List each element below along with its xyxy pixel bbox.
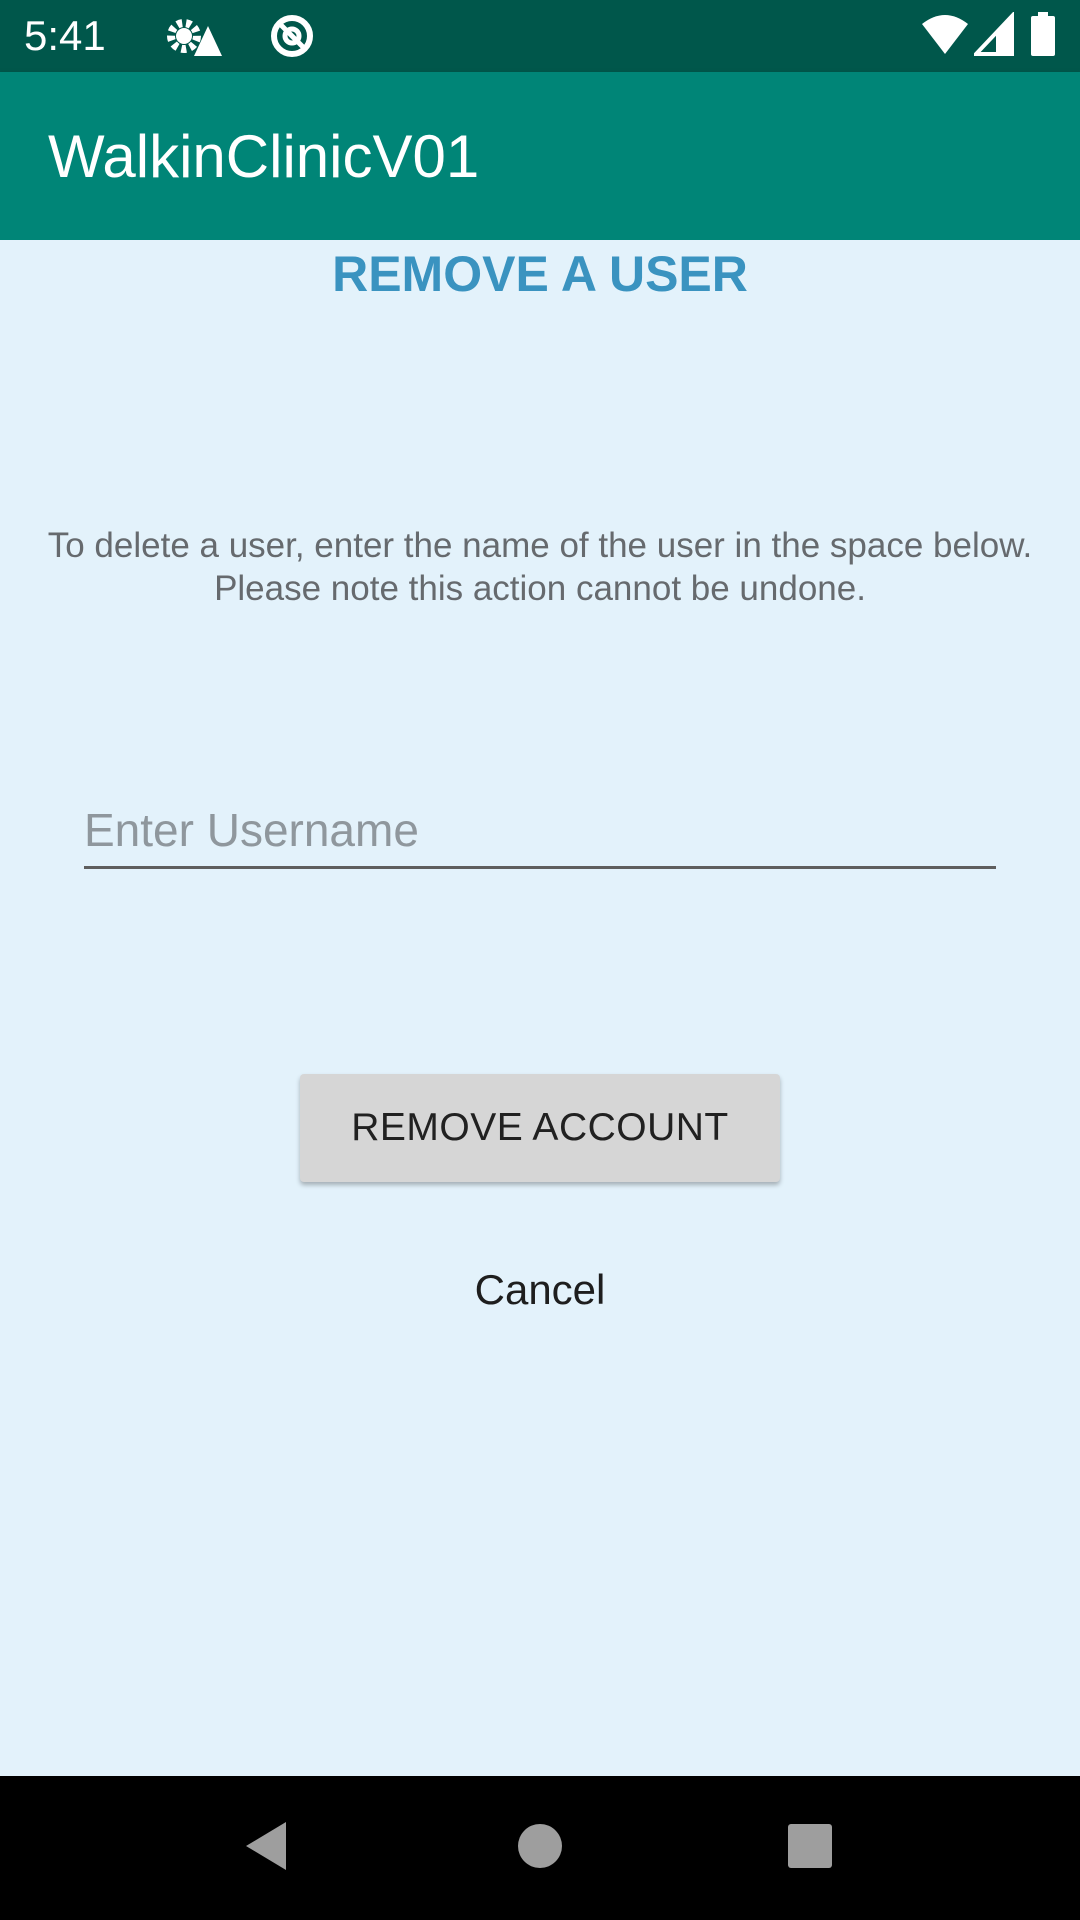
recents-button[interactable] <box>738 1776 882 1920</box>
username-input[interactable] <box>84 794 996 869</box>
main-content <box>0 240 1080 1776</box>
instructions-text: To delete a user, enter the name of the … <box>20 524 1060 610</box>
navigation-bar <box>0 1776 1080 1920</box>
status-bar: 5:41 <box>0 0 1080 72</box>
home-button[interactable] <box>468 1776 612 1920</box>
instructions-line: To delete a user, enter the name of the … <box>47 526 1033 565</box>
wifi-icon <box>922 12 968 62</box>
remove-account-button[interactable]: REMOVE ACCOUNT <box>300 1074 780 1182</box>
status-time: 5:41 <box>24 12 106 59</box>
recents-icon <box>787 1823 833 1873</box>
do-not-disturb-icon <box>268 12 316 64</box>
home-icon <box>517 1823 563 1873</box>
app-bar: WalkinClinicV01 <box>0 72 1080 240</box>
instructions-line: Please note this action cannot be undone… <box>214 569 866 608</box>
cancel-button[interactable]: Cancel <box>400 1240 680 1340</box>
back-icon <box>242 1820 290 1876</box>
battery-icon <box>1030 12 1056 62</box>
signal-icon <box>971 10 1014 62</box>
settings-alert-icon <box>164 12 222 64</box>
back-button[interactable] <box>194 1776 338 1920</box>
page-title: REMOVE A USER <box>332 246 748 302</box>
app-title: WalkinClinicV01 <box>48 123 480 190</box>
